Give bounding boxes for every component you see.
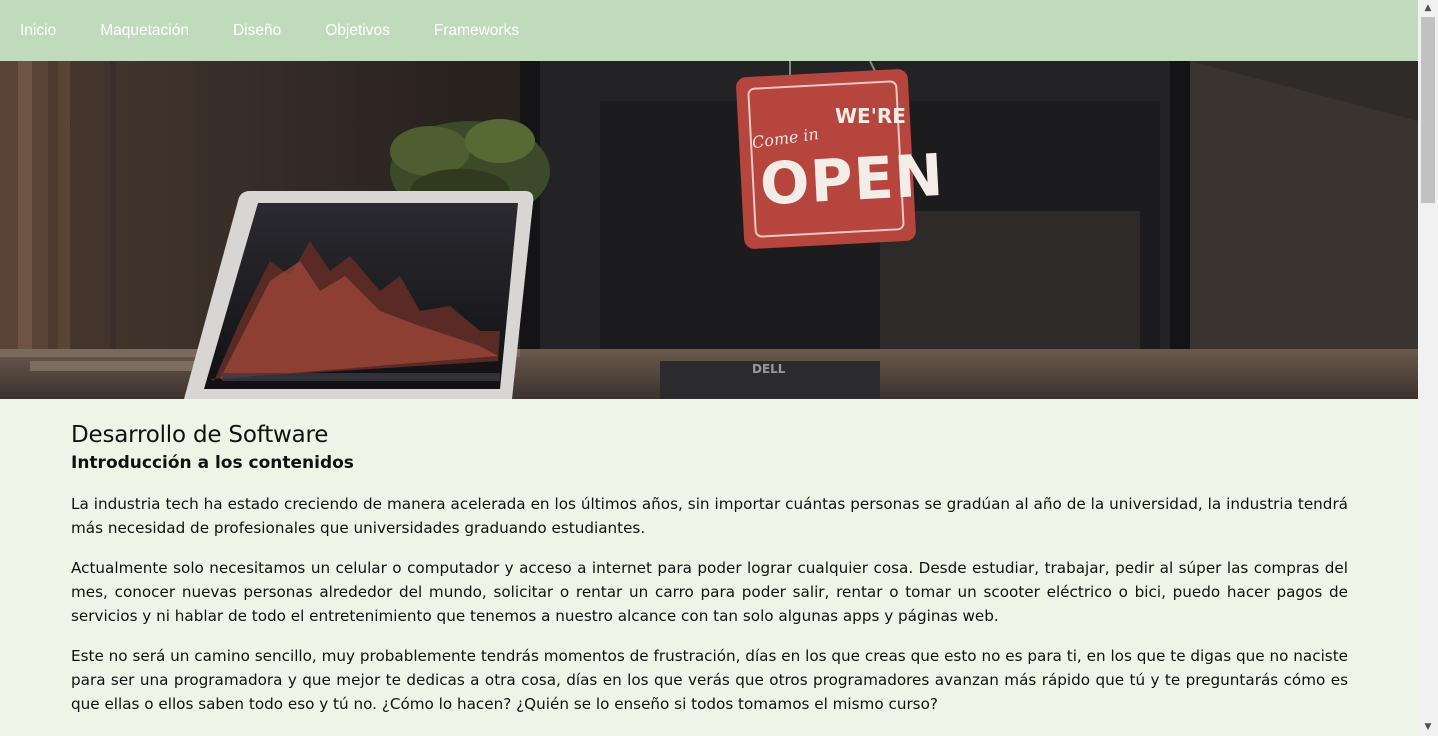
curtain [0,61,70,399]
main-content: Desarrollo de Software Introducción a lo… [71,420,1348,732]
scrollbar-thumb[interactable] [1421,17,1435,203]
content-paragraph: Actualmente solo necesitamos un celular … [71,559,1348,625]
page-title: Desarrollo de Software [71,422,329,448]
nav-link-maquetacion[interactable]: Maquetación [100,22,189,40]
sign-top-text: WE'RE [835,104,906,128]
sign-main-text: OPEN [758,141,945,219]
nav-link-objetivos[interactable]: Objetivos [325,22,390,40]
top-navigation: Inicio Maquetación Diseño Objetivos Fram… [0,0,1418,61]
vertical-scrollbar[interactable]: ▲ ▼ [1418,0,1438,736]
monitor-brand-text: DELL [752,362,786,376]
laptop [184,191,534,399]
chevron-up-icon[interactable]: ▲ [1418,0,1438,17]
hero-image: Come in WE'RE OPEN DELL [0,61,1418,399]
chevron-down-icon[interactable]: ▼ [1418,719,1438,736]
nav-link-frameworks[interactable]: Frameworks [434,22,519,40]
nav-link-diseno[interactable]: Diseño [233,22,281,40]
nav-link-inicio[interactable]: Inicio [20,22,56,40]
hero-illustration: Come in WE'RE OPEN DELL [0,61,1418,399]
page-subtitle: Introducción a los contenidos [71,453,354,473]
content-paragraph: Este no será un camino sencillo, muy pro… [71,647,1348,713]
content-paragraph: La industria tech ha estado creciendo de… [71,495,1348,537]
